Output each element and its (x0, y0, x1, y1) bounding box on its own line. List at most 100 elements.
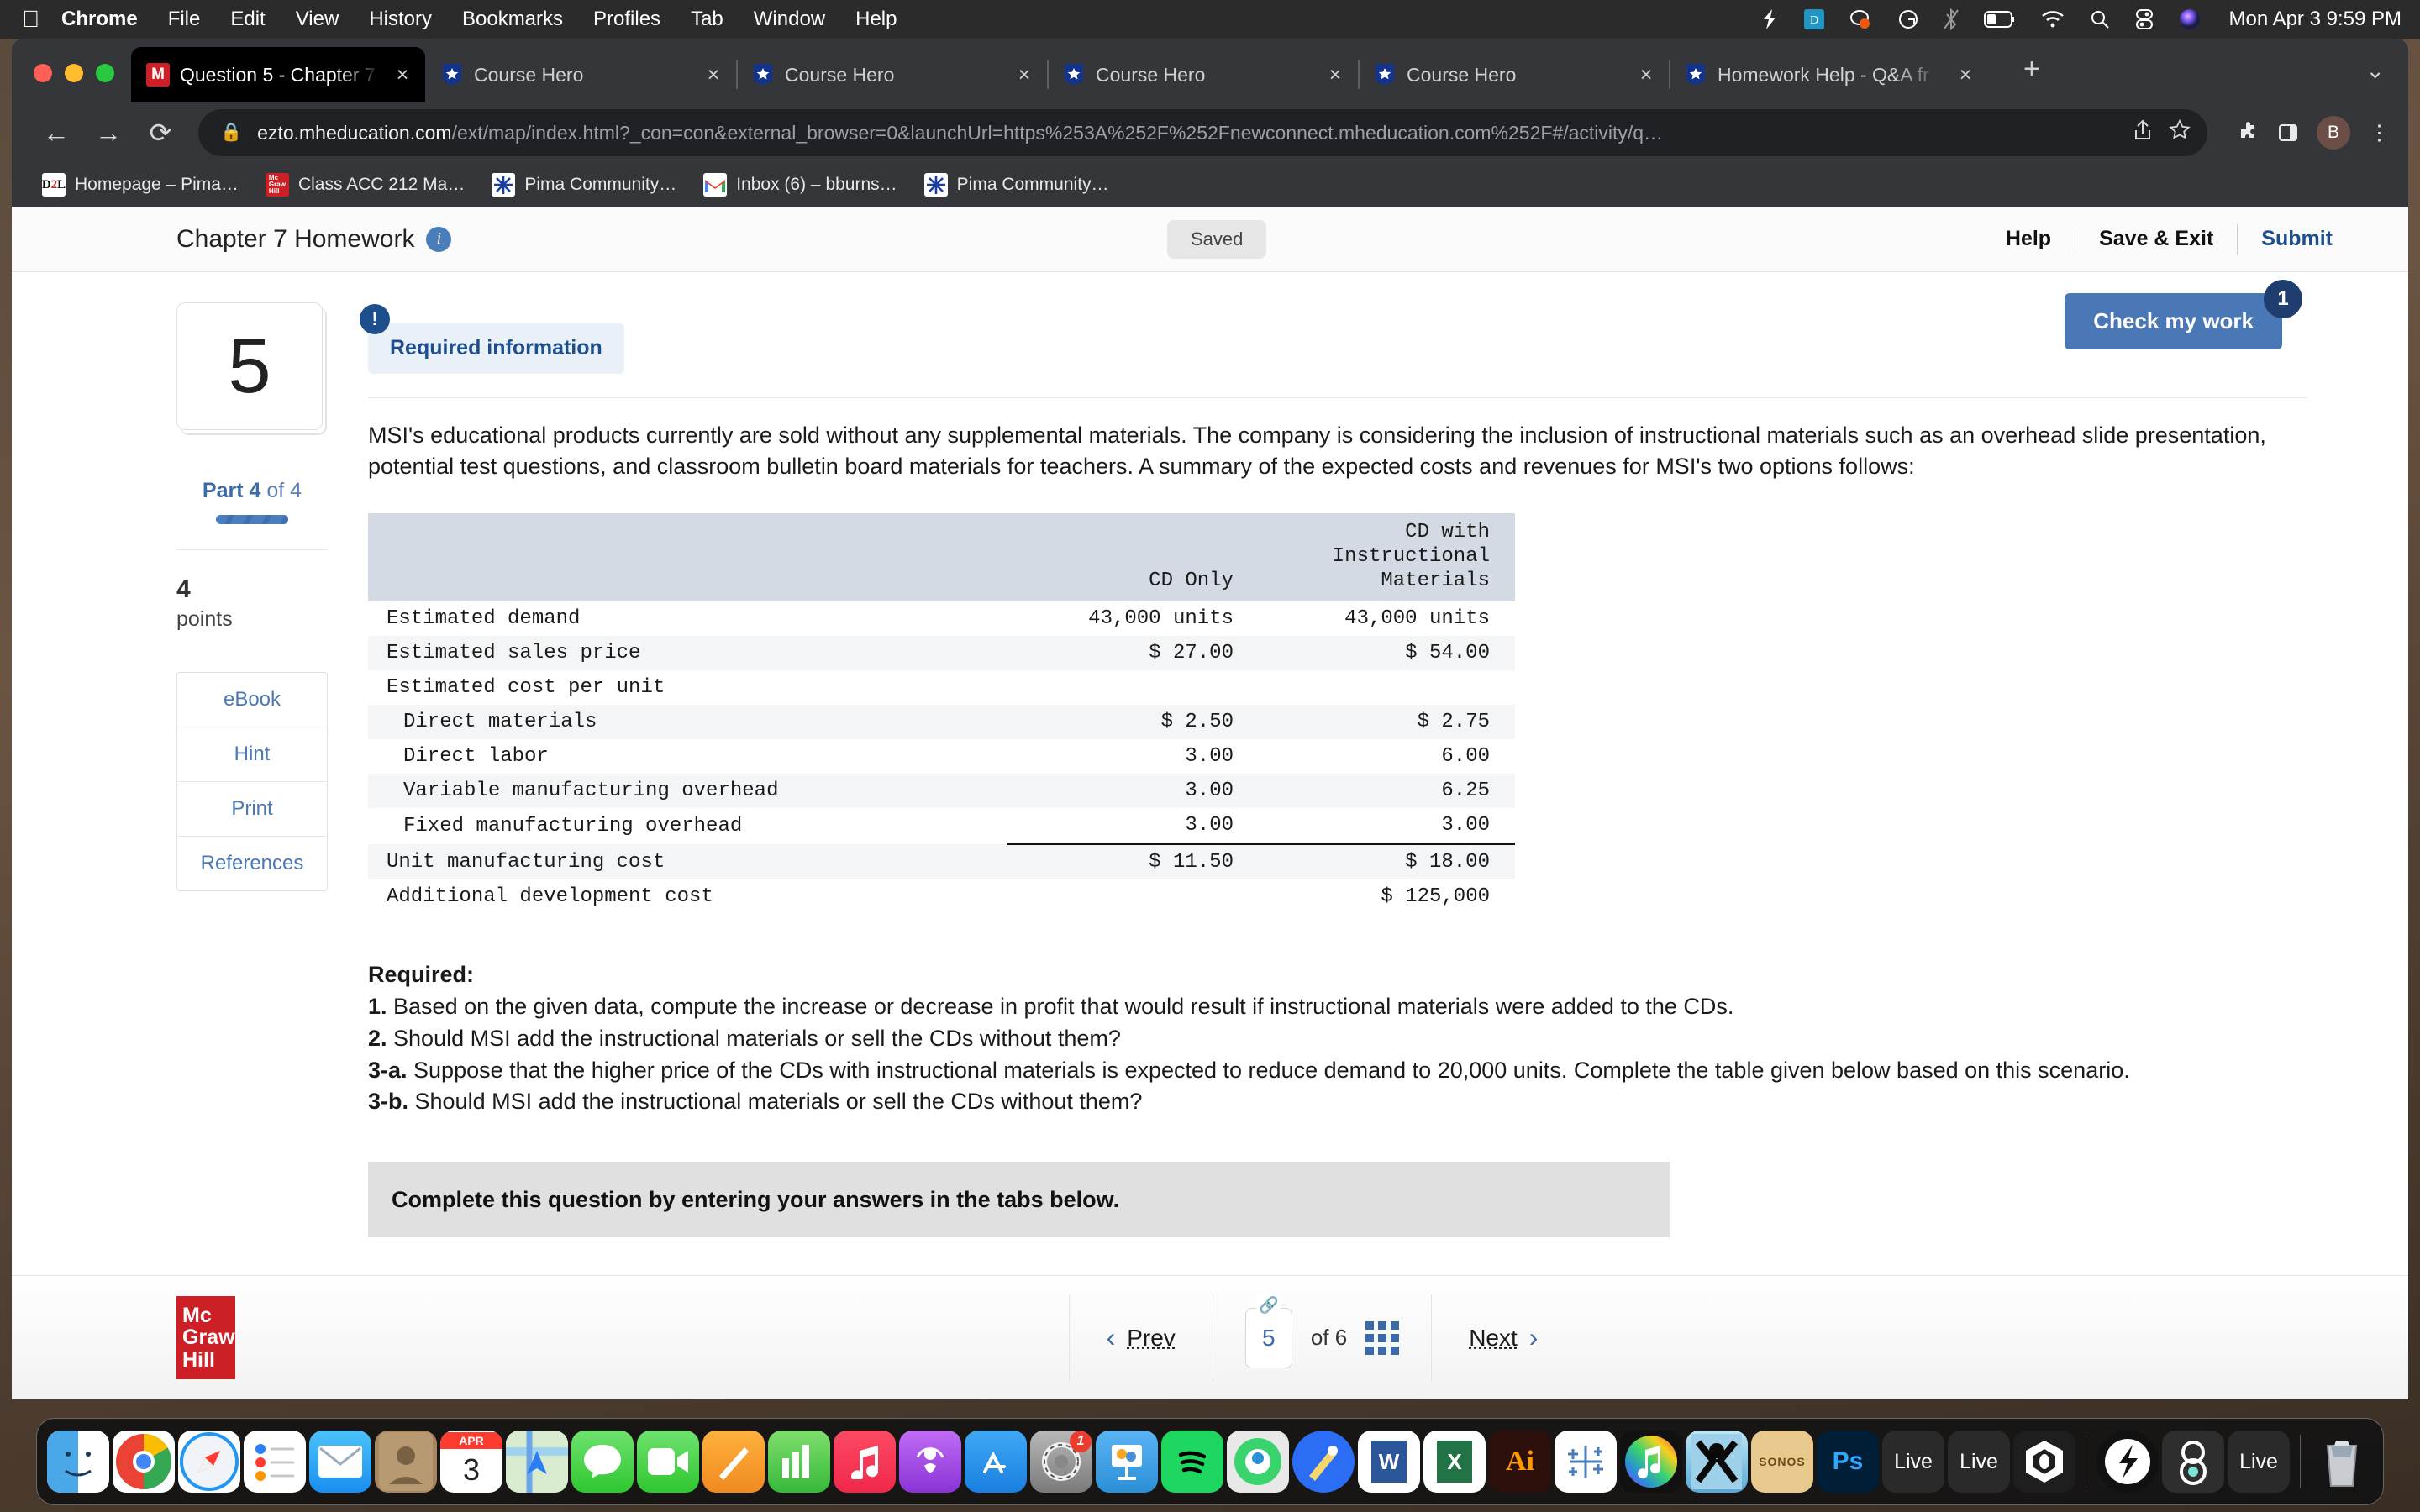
tab-search-chevron-icon[interactable]: ⌄ (2365, 58, 2408, 102)
tab-close-icon[interactable]: × (1954, 63, 1976, 87)
menu-item-help[interactable]: Help (855, 8, 897, 31)
menu-item-chrome[interactable]: Chrome (61, 8, 138, 31)
save-and-exit-link[interactable]: Save & Exit (2075, 227, 2237, 251)
ableton-live-icon[interactable]: Live (1882, 1431, 1944, 1493)
contacts-icon[interactable] (375, 1431, 437, 1493)
grammarly-g-icon[interactable] (1898, 9, 1918, 29)
back-button[interactable]: ← (30, 118, 82, 149)
star-icon[interactable] (2169, 118, 2191, 147)
bookmark-class-acc-212[interactable]: Mc Graw Hill Class ACC 212 Ma… (252, 173, 478, 197)
excel-icon[interactable]: X (1423, 1431, 1486, 1493)
bookmark-pima-community-2[interactable]: Pima Community… (911, 173, 1123, 197)
finder-icon[interactable] (47, 1431, 109, 1493)
xbox-game-icon[interactable] (1686, 1431, 1748, 1493)
facetime-icon[interactable] (637, 1431, 699, 1493)
kebab-menu-icon[interactable]: ⋮ (2369, 120, 2390, 145)
wifi-icon[interactable] (2041, 10, 2065, 29)
grammarly-icon[interactable] (1760, 8, 1779, 30)
app-icon[interactable]: D (1803, 9, 1824, 29)
menu-item-edit[interactable]: Edit (230, 8, 265, 31)
apple-menu-icon[interactable]:  (22, 8, 39, 31)
menu-item-file[interactable]: File (168, 8, 201, 31)
chrome-icon[interactable] (113, 1431, 175, 1493)
search-icon[interactable] (2090, 9, 2110, 29)
siri-icon[interactable] (2179, 8, 2201, 30)
side-panel-icon[interactable] (2278, 123, 2298, 143)
close-window-button[interactable] (34, 64, 52, 82)
reload-button[interactable]: ⟳ (134, 117, 187, 149)
menu-item-window[interactable]: Window (754, 8, 825, 31)
ebook-button[interactable]: eBook (177, 673, 327, 727)
tab-question-5[interactable]: M Question 5 - Chapter 7 H × (131, 47, 425, 102)
calendar-icon[interactable]: APR 3 (440, 1431, 502, 1493)
info-icon[interactable]: i (426, 226, 452, 252)
mail-icon[interactable] (309, 1431, 371, 1493)
hint-button[interactable]: Hint (177, 727, 327, 782)
menu-item-tab[interactable]: Tab (691, 8, 723, 31)
menu-item-bookmarks[interactable]: Bookmarks (462, 8, 563, 31)
grid-icon[interactable] (1365, 1320, 1400, 1355)
spotify-icon[interactable] (1161, 1431, 1223, 1493)
bookmark-gmail-inbox[interactable]: Inbox (6) – bburns… (690, 173, 910, 197)
tab-close-icon[interactable]: × (1013, 63, 1035, 87)
bluetooth-icon[interactable] (1943, 8, 1959, 30)
menu-item-profiles[interactable]: Profiles (593, 8, 660, 31)
ableton-live-3-icon[interactable]: Live (2228, 1431, 2290, 1493)
word-icon[interactable]: W (1358, 1431, 1420, 1493)
tab-close-icon[interactable]: × (702, 63, 724, 87)
system-settings-icon[interactable]: 1 (1030, 1431, 1092, 1493)
page-number-input[interactable]: 🔗 5 (1244, 1294, 1292, 1368)
find-my-icon[interactable] (1227, 1431, 1289, 1493)
tab-close-icon[interactable]: × (392, 63, 413, 87)
tab-homework-help[interactable]: Homework Help - Q&A fr × (1669, 47, 2005, 102)
rainbow-music-icon[interactable] (1620, 1431, 1682, 1493)
grammarly-icon[interactable] (2096, 1431, 2159, 1493)
messages-icon[interactable] (571, 1431, 634, 1493)
maximize-window-button[interactable] (96, 64, 114, 82)
menu-item-history[interactable]: History (369, 8, 432, 31)
numbers-icon[interactable] (768, 1431, 830, 1493)
minimize-window-button[interactable] (65, 64, 83, 82)
illustrator-icon[interactable]: Ai (1489, 1431, 1551, 1493)
music-icon[interactable] (834, 1431, 896, 1493)
bookmark-homepage-pima[interactable]: D2L Homepage – Pima… (29, 173, 252, 197)
tab-course-hero-1[interactable]: Course Hero × (425, 47, 738, 102)
share-icon[interactable] (2133, 119, 2152, 147)
freeform-icon[interactable] (1292, 1431, 1355, 1493)
ableton-live-2-icon[interactable]: Live (1948, 1431, 2010, 1493)
profile-avatar[interactable]: B (2317, 116, 2350, 150)
sonos-icon[interactable]: SONOS (1751, 1431, 1813, 1493)
adobe-icon[interactable] (1849, 9, 1873, 29)
tab-course-hero-4[interactable]: Course Hero × (1358, 47, 1670, 102)
tab-close-icon[interactable]: × (1324, 63, 1346, 87)
bookmark-pima-community-1[interactable]: Pima Community… (478, 173, 690, 197)
menu-bar-clock[interactable]: Mon Apr 3 9:59 PM (2229, 8, 2402, 31)
battery-icon[interactable] (1983, 11, 2016, 28)
tab-course-hero-3[interactable]: Course Hero × (1047, 47, 1360, 102)
print-button[interactable]: Print (177, 782, 327, 837)
tableau-icon[interactable] (1555, 1431, 1617, 1493)
safari-icon[interactable] (178, 1431, 240, 1493)
maps-icon[interactable] (506, 1431, 568, 1493)
podcasts-icon[interactable] (899, 1431, 961, 1493)
reminders-icon[interactable] (244, 1431, 306, 1493)
hex-app-icon[interactable] (2013, 1431, 2075, 1493)
control-center-icon[interactable] (2135, 9, 2154, 29)
forward-button[interactable]: → (82, 118, 134, 149)
next-question-button[interactable]: Next › (1432, 1322, 1575, 1353)
submit-link[interactable]: Submit (2238, 227, 2356, 251)
eight-sleep-icon[interactable] (2162, 1431, 2224, 1493)
trash-icon[interactable] (2311, 1431, 2373, 1493)
notes-icon[interactable] (702, 1431, 765, 1493)
app-store-icon[interactable] (965, 1431, 1027, 1493)
references-button[interactable]: References (177, 837, 327, 890)
tab-close-icon[interactable]: × (1635, 63, 1657, 87)
address-bar[interactable]: 🔒 ezto.mheducation.com/ext/map/index.htm… (198, 109, 2207, 156)
tab-course-hero-2[interactable]: Course Hero × (736, 47, 1049, 102)
prev-question-button[interactable]: ‹ Prev (1070, 1322, 1213, 1353)
new-tab-button[interactable]: + (2005, 53, 2059, 102)
extensions-icon[interactable] (2238, 122, 2260, 144)
photoshop-icon[interactable]: Ps (1817, 1431, 1879, 1493)
help-link[interactable]: Help (1982, 227, 2075, 251)
menu-item-view[interactable]: View (296, 8, 339, 31)
